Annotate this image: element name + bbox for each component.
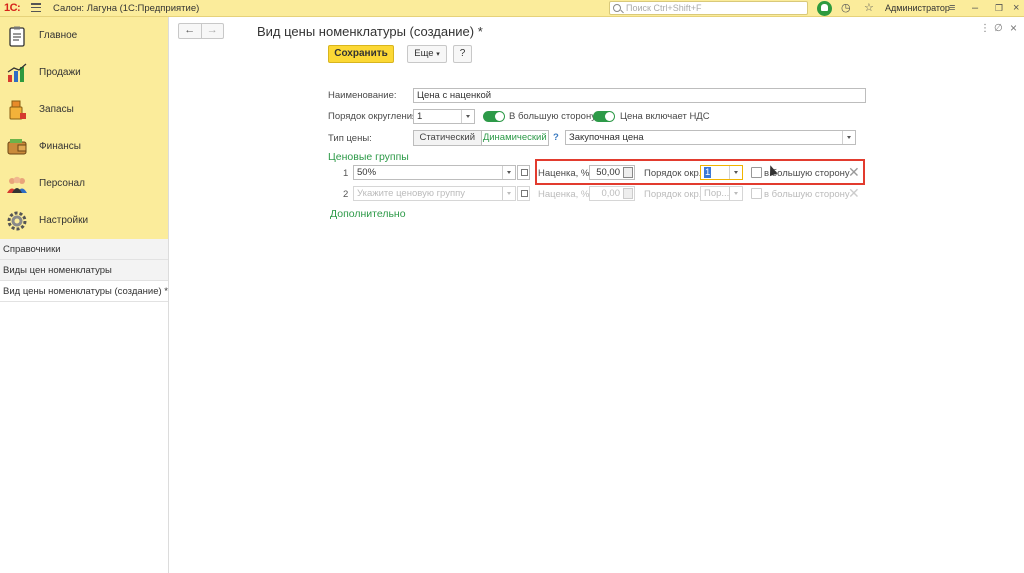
sidebar-link-price-types[interactable]: Виды цен номенклатуры — [0, 260, 168, 281]
round-up-toggle[interactable] — [483, 111, 505, 122]
price-groups-title: Ценовые группы — [328, 151, 409, 163]
base-price-select[interactable]: Закупочная цена — [565, 130, 856, 145]
round-up-checkbox[interactable] — [751, 188, 762, 199]
rounding-order-label: Порядок окр.: — [644, 189, 705, 200]
stock-icon — [9, 100, 26, 119]
rounding-select[interactable]: 1 — [413, 109, 475, 124]
chevron-down-icon[interactable] — [842, 131, 855, 144]
chevron-down-icon[interactable] — [729, 187, 742, 200]
round-up-label: В большую сторону — [509, 111, 596, 122]
name-label: Наименование: — [328, 90, 397, 101]
price-type-switch: Статический Динамический — [413, 130, 549, 146]
name-field[interactable]: Цена с наценкой — [413, 88, 866, 103]
help-button[interactable]: ? — [453, 45, 472, 63]
chevron-down-icon[interactable] — [461, 110, 474, 123]
app-logo: 1С: — [4, 2, 21, 14]
settings-menu-icon[interactable]: ≡ — [949, 2, 955, 15]
sidebar-item-staff[interactable]: Персонал — [0, 165, 168, 202]
gear-icon — [7, 211, 27, 230]
markup-field[interactable]: 0,00 — [589, 186, 635, 201]
open-item-icon[interactable] — [517, 186, 530, 201]
sidebar-item-finance[interactable]: Финансы — [0, 128, 168, 165]
sidebar-item-label: Главное — [39, 30, 78, 41]
rounding-order-select[interactable]: Пор... — [700, 186, 743, 201]
sidebar: Главное Продажи Запасы Финансы Персонал … — [0, 17, 169, 573]
vat-included-toggle[interactable] — [593, 111, 615, 122]
delete-row-icon[interactable]: ✕ — [848, 186, 860, 200]
form-area: ← → Вид цены номенклатуры (создание) * ⋮… — [170, 17, 1024, 573]
app-title: Салон: Лагуна (1С:Предприятие) — [53, 3, 200, 14]
search-input[interactable]: Поиск Ctrl+Shift+F — [609, 1, 808, 15]
search-icon — [613, 4, 621, 12]
more-actions-icon[interactable]: ⋮ — [980, 23, 990, 34]
menu-icon[interactable] — [31, 3, 41, 13]
chevron-down-icon: ▾ — [436, 51, 440, 58]
price-type-static[interactable]: Статический — [414, 131, 481, 145]
chevron-down-icon[interactable] — [502, 187, 515, 200]
sidebar-item-stock[interactable]: Запасы — [0, 91, 168, 128]
restore-icon[interactable]: ❐ — [995, 2, 1003, 15]
price-type-dynamic[interactable]: Динамический — [480, 131, 548, 145]
window-restore-icon[interactable]: ∅ — [994, 23, 1003, 34]
save-button[interactable]: Сохранить — [328, 45, 394, 63]
row-number: 1 — [343, 168, 349, 179]
sidebar-item-settings[interactable]: Настройки — [0, 202, 168, 239]
people-icon — [7, 176, 27, 193]
sidebar-item-label: Персонал — [39, 178, 85, 189]
rounding-value: 1 — [417, 111, 423, 122]
user-name[interactable]: Администратор — [885, 3, 950, 13]
top-bar: 1С: Салон: Лагуна (1С:Предприятие) Поиск… — [0, 0, 1024, 17]
back-arrow-icon[interactable]: ← — [179, 24, 201, 38]
favorites-star-icon[interactable]: ☆ — [864, 2, 874, 15]
sales-chart-icon — [7, 63, 27, 82]
history-icon[interactable]: ◷ — [841, 2, 851, 15]
window-close-icon[interactable]: × — [1010, 21, 1017, 35]
rounding-order-placeholder: Пор... — [704, 188, 730, 199]
sidebar-item-label: Настройки — [39, 215, 89, 226]
sidebar-link-references[interactable]: Справочники — [0, 239, 168, 260]
clipboard-icon — [9, 26, 25, 47]
history-nav: ← → — [178, 23, 224, 39]
open-windows-list: Справочники Виды цен номенклатуры Вид це… — [0, 239, 168, 302]
section-panel: Главное Продажи Запасы Финансы Персонал … — [0, 17, 168, 239]
base-price-value: Закупочная цена — [569, 132, 644, 143]
wallet-icon — [7, 138, 27, 154]
additional-section-link[interactable]: Дополнительно — [330, 208, 406, 220]
more-button[interactable]: Еще ▾ — [407, 45, 447, 63]
close-icon[interactable]: × — [1013, 2, 1019, 15]
price-group-placeholder: Укажите ценовую группу — [357, 188, 466, 199]
notifications-bell-icon[interactable] — [817, 1, 832, 16]
name-value: Цена с наценкой — [417, 90, 492, 101]
search-placeholder: Поиск Ctrl+Shift+F — [626, 3, 702, 13]
price-type-help-link[interactable]: ? — [553, 132, 559, 143]
minimize-icon[interactable]: – — [972, 2, 978, 15]
calculator-icon[interactable] — [623, 188, 633, 199]
sidebar-item-main[interactable]: Главное — [0, 17, 168, 54]
price-group-select[interactable]: 50% — [353, 165, 516, 180]
highlight-frame — [535, 159, 865, 185]
price-group-select[interactable]: Укажите ценовую группу — [353, 186, 516, 201]
forward-arrow-icon[interactable]: → — [200, 24, 224, 38]
sidebar-item-label: Продажи — [39, 67, 81, 78]
more-button-label: Еще — [414, 48, 434, 59]
chevron-down-icon[interactable] — [502, 166, 515, 179]
markup-label: Наценка, %: — [538, 189, 593, 200]
open-item-icon[interactable] — [517, 165, 530, 180]
page-title: Вид цены номенклатуры (создание) * — [257, 24, 483, 39]
price-type-label: Тип цены: — [328, 133, 372, 144]
sidebar-link-current-form[interactable]: Вид цены номенклатуры (создание) * — [0, 281, 168, 302]
markup-value: 0,00 — [601, 188, 621, 199]
sidebar-item-label: Запасы — [39, 104, 74, 115]
price-group-value: 50% — [357, 167, 377, 178]
sidebar-item-label: Финансы — [39, 141, 81, 152]
rounding-label: Порядок округления: — [328, 111, 420, 122]
row-number: 2 — [343, 189, 349, 200]
vat-included-label: Цена включает НДС — [620, 111, 710, 122]
sidebar-item-sales[interactable]: Продажи — [0, 54, 168, 91]
round-up-checkbox-label: в большую сторону — [764, 189, 850, 200]
